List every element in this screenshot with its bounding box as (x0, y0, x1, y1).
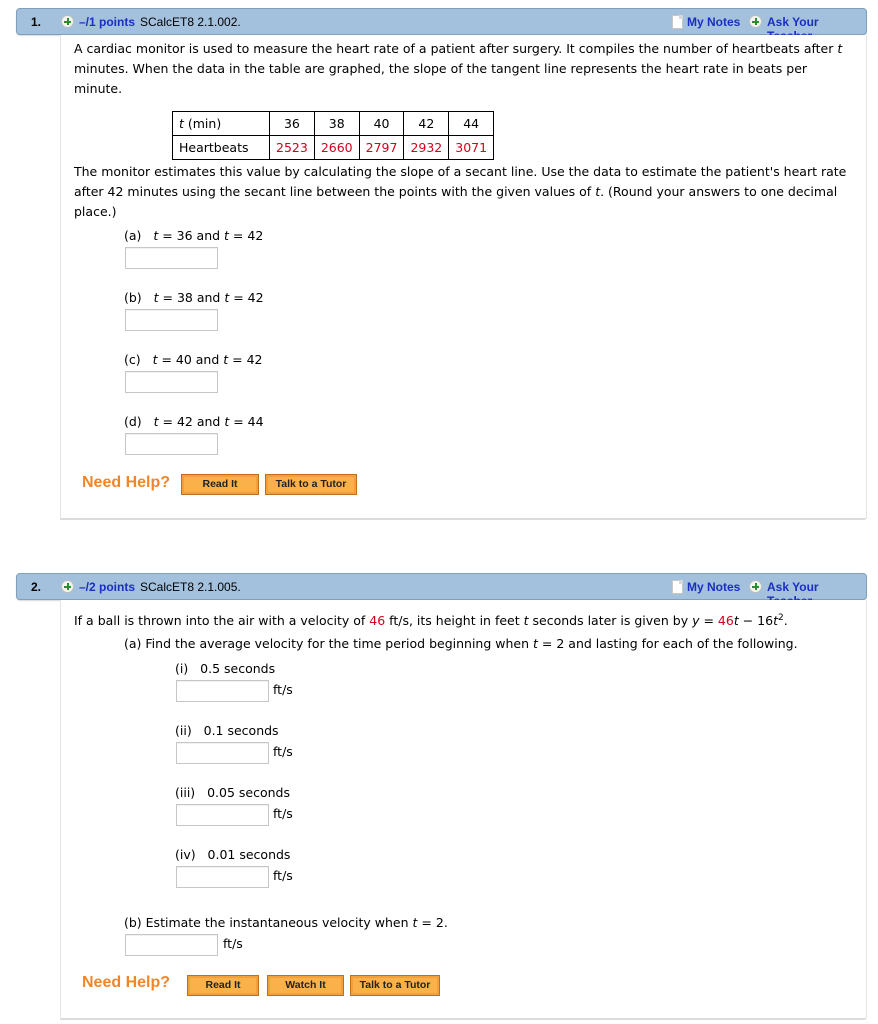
velocity-value: 46 (369, 613, 386, 629)
read-it-button[interactable]: Read It (181, 474, 259, 495)
subpart-ii-label: (ii) 0.1 seconds (175, 723, 279, 738)
ask-teacher-plus-icon (749, 580, 762, 593)
subpart-i-answer-input[interactable] (176, 680, 269, 702)
points-link[interactable]: –/2 points (79, 580, 135, 594)
notes-icon (672, 580, 683, 594)
question-code: SCalcET8 2.1.002. (140, 15, 241, 29)
part-b-label: (b) t = 38 and t = 42 (124, 290, 264, 305)
instructions-text: The monitor estimates this value by calc… (74, 164, 847, 219)
talk-to-tutor-button[interactable]: Talk to a Tutor (350, 975, 440, 996)
unit-label: ft/s (273, 868, 293, 883)
table-cell-heartbeats: 3071 (448, 135, 495, 160)
notes-icon (672, 15, 683, 29)
question-body: If a ball is thrown into the air with a … (60, 600, 867, 1020)
problem-statement: If a ball is thrown into the air with a … (74, 613, 788, 629)
table-cell-heartbeats: 2932 (403, 135, 450, 160)
subpart-ii-answer-input[interactable] (176, 742, 269, 764)
expand-plus-icon[interactable] (61, 15, 74, 28)
subpart-iv-label: (iv) 0.01 seconds (175, 847, 291, 862)
part-c-answer-input[interactable] (125, 371, 218, 393)
question-header: 2. –/2 points SCalcET8 2.1.005. My Notes… (16, 573, 867, 608)
table-cell-t: 36 (269, 111, 315, 136)
unit-label: ft/s (273, 806, 293, 821)
part-c-label: (c) t = 40 and t = 42 (124, 352, 263, 367)
points-link[interactable]: –/1 points (79, 15, 135, 29)
part-a-label: (a) t = 36 and t = 42 (124, 228, 264, 243)
question-number: 1. (31, 15, 42, 29)
need-help-label: Need Help? (82, 474, 171, 491)
part-a-prompt: (a) Find the average velocity for the ti… (124, 636, 798, 651)
table-header-t: t (min) (172, 111, 270, 136)
unit-label: ft/s (223, 936, 243, 951)
table-header-heartbeats: Heartbeats (172, 135, 270, 160)
question-2: 2. –/2 points SCalcET8 2.1.005. My Notes… (16, 573, 867, 1023)
unit-label: ft/s (273, 682, 293, 697)
watch-it-button[interactable]: Watch It (267, 975, 344, 996)
ask-teacher-plus-icon (749, 15, 762, 28)
part-b-answer-input[interactable] (125, 934, 218, 956)
question-number: 2. (31, 580, 42, 594)
table-cell-t: 44 (448, 111, 495, 136)
subpart-iii-label: (iii) 0.05 seconds (175, 785, 291, 800)
subpart-i-label: (i) 0.5 seconds (175, 661, 276, 676)
table-cell-t: 42 (403, 111, 450, 136)
table-cell-heartbeats: 2797 (358, 135, 405, 160)
table-cell-t: 40 (358, 111, 405, 136)
part-b-answer-input[interactable] (125, 309, 218, 331)
question-body: A cardiac monitor is used to measure the… (60, 35, 867, 520)
my-notes-link[interactable]: My Notes (687, 580, 740, 594)
problem-text: A cardiac monitor is used to measure the… (74, 41, 843, 96)
part-b-prompt: (b) Estimate the instantaneous velocity … (124, 915, 448, 930)
expand-plus-icon[interactable] (61, 580, 74, 593)
question-header: 1. –/1 points SCalcET8 2.1.002. My Notes… (16, 8, 867, 43)
question-1: 1. –/1 points SCalcET8 2.1.002. My Notes… (16, 8, 867, 520)
unit-label: ft/s (273, 744, 293, 759)
table-cell-heartbeats: 2523 (269, 135, 315, 160)
read-it-button[interactable]: Read It (187, 975, 259, 996)
table-row-time: t (min) 36 38 40 42 44 (172, 111, 495, 136)
part-a-answer-input[interactable] (125, 247, 218, 269)
table-row-heartbeats: Heartbeats 2523 2660 2797 2932 3071 (172, 135, 495, 160)
talk-to-tutor-button[interactable]: Talk to a Tutor (265, 474, 357, 495)
table-cell-t: 38 (313, 111, 360, 136)
subpart-iv-answer-input[interactable] (176, 866, 269, 888)
need-help-label: Need Help? (82, 974, 171, 991)
my-notes-link[interactable]: My Notes (687, 15, 740, 29)
subpart-iii-answer-input[interactable] (176, 804, 269, 826)
question-code: SCalcET8 2.1.005. (140, 580, 241, 594)
part-d-answer-input[interactable] (125, 433, 218, 455)
table-cell-heartbeats: 2660 (313, 135, 360, 160)
heartbeat-data-table: t (min) 36 38 40 42 44 Heartbeats 2523 2… (172, 111, 495, 160)
part-d-label: (d) t = 42 and t = 44 (124, 414, 264, 429)
